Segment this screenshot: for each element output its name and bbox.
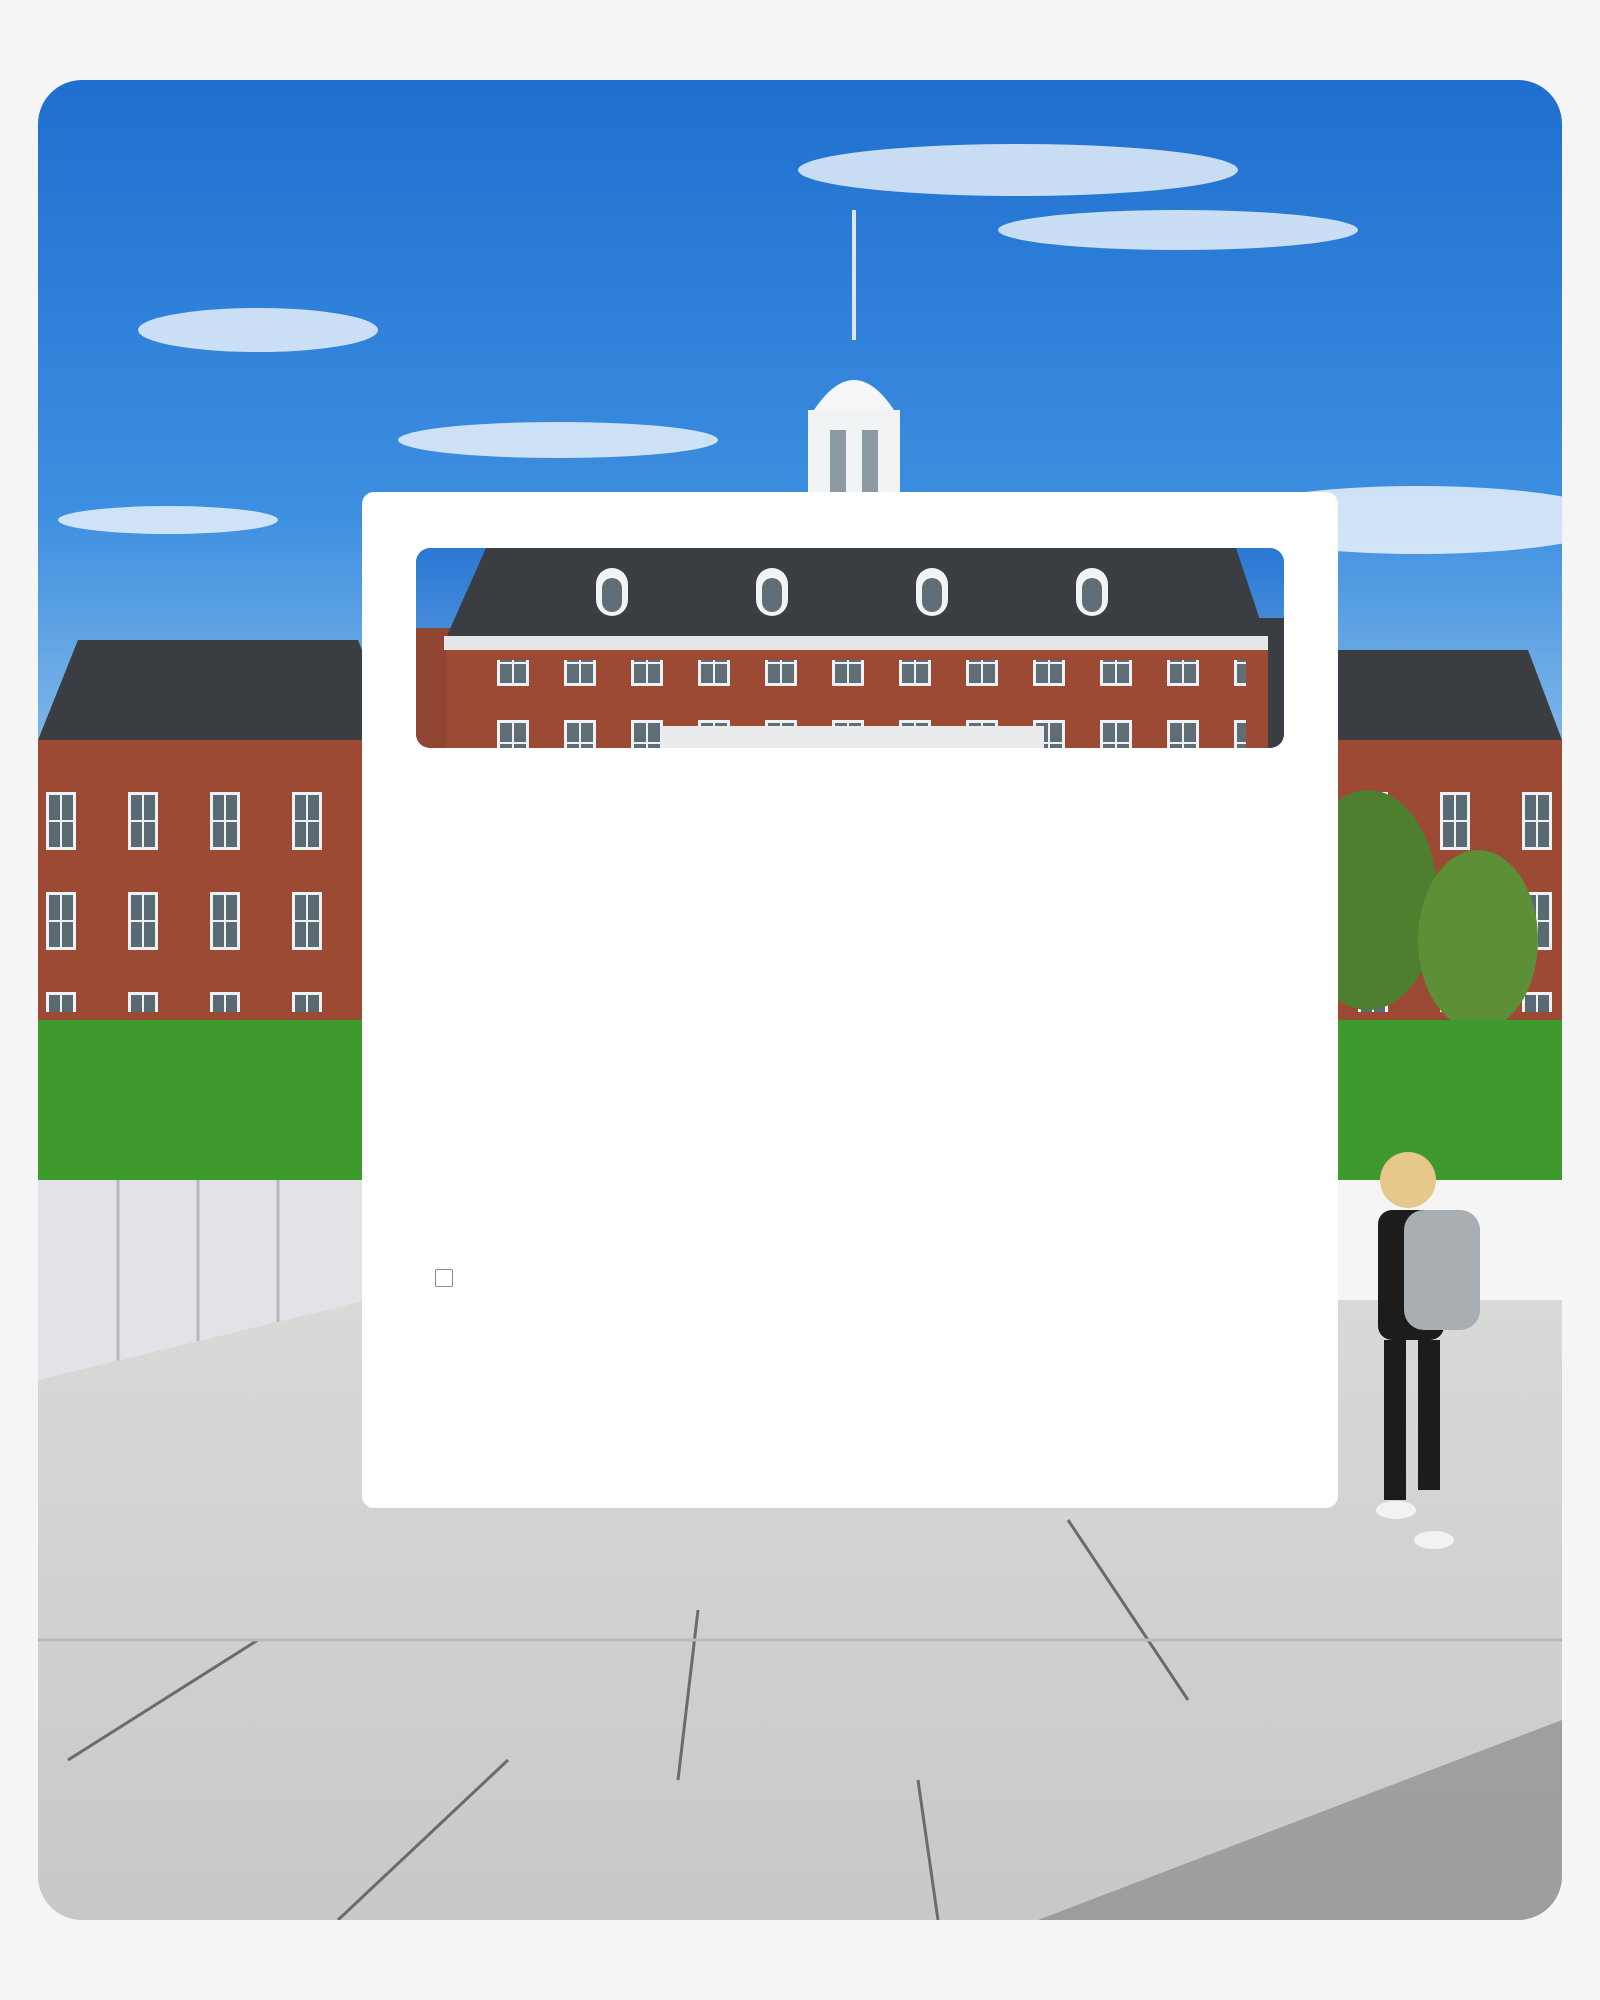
content-card [362, 492, 1338, 1508]
card-banner-image [416, 548, 1284, 748]
building-facade [416, 548, 1284, 748]
checkbox[interactable] [435, 1269, 453, 1287]
